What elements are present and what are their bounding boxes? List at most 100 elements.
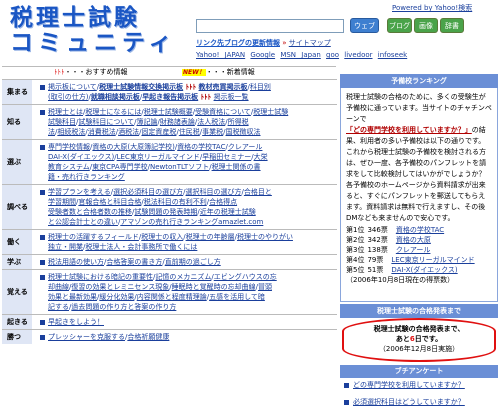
category-link[interactable]: 合格祈願健康: [127, 333, 169, 341]
category-link[interactable]: 近年の税理士試験: [200, 208, 256, 216]
portal-link-goo[interactable]: goo: [326, 51, 339, 59]
school-link[interactable]: LEC東京リーガルマインド: [391, 256, 474, 264]
portal-link-livedoor[interactable]: livedoor: [344, 51, 372, 59]
blog-updates-link[interactable]: リンク先ブログの更新情報: [196, 39, 280, 47]
category-link[interactable]: 直前期の過ごし方: [165, 258, 221, 266]
category-link[interactable]: 教育システム: [48, 163, 90, 171]
category-link[interactable]: 税理士関係の書: [212, 163, 261, 171]
category-link[interactable]: 受験資格について: [195, 108, 251, 116]
dictionary-search-button[interactable]: 辞書: [440, 18, 464, 33]
category-link[interactable]: 学習期間: [48, 198, 76, 206]
category-link[interactable]: 内容関係と程度精理論: [137, 293, 207, 301]
category-link[interactable]: 税理士試験: [253, 108, 288, 116]
category-link[interactable]: 消費税法: [88, 128, 116, 136]
category-link[interactable]: 記憶のメカニズム: [155, 273, 211, 281]
category-link[interactable]: 睡眠時と覚醒時の忘却曲線: [172, 283, 256, 291]
sitemap-link[interactable]: サイトマップ: [289, 39, 331, 47]
search-input[interactable]: [196, 19, 344, 33]
category-link[interactable]: 税理士法人・会計事務所で働くには: [85, 243, 197, 251]
category-link[interactable]: 早起きをしよう！: [48, 318, 104, 326]
portal-link-infoseek[interactable]: infoseek: [378, 51, 407, 59]
category-link[interactable]: 復習の効果とレミニセンス現象: [71, 283, 169, 291]
category-link[interactable]: 合格得点: [209, 198, 237, 206]
category-link[interactable]: 冒頭: [258, 283, 272, 291]
category-link[interactable]: 専門学校情報: [48, 143, 90, 151]
category-link[interactable]: 簿記論: [137, 118, 158, 126]
powered-by-yahoo-link[interactable]: Powered by Yahoo!検索: [392, 4, 472, 13]
category-link[interactable]: 法: [48, 128, 55, 136]
category-link[interactable]: 税理士とは: [48, 108, 83, 116]
category-link[interactable]: 税理士の収入: [141, 233, 183, 241]
category-link[interactable]: 資格の学校TAC: [177, 143, 225, 151]
category-link[interactable]: 相続税法: [57, 128, 85, 136]
category-link[interactable]: 学習プランを考える: [48, 188, 111, 196]
category-link[interactable]: 税理士の活躍するフィールド: [48, 233, 139, 241]
category-link[interactable]: 合格目と: [244, 188, 272, 196]
category-link[interactable]: 早起き報告掲示板: [142, 93, 198, 101]
category-link[interactable]: 過去問題の作り方と答案の作り方: [71, 303, 176, 311]
category-link[interactable]: 税理士のやりがい: [237, 233, 293, 241]
category-link[interactable]: クレアール: [228, 143, 263, 151]
category-link[interactable]: 記する: [48, 303, 69, 311]
site-logo[interactable]: 税理士試験 コミュニティ: [10, 6, 190, 58]
category-link[interactable]: 税理士の年齢層: [186, 233, 235, 241]
category-link[interactable]: 酒税法: [118, 128, 139, 136]
category-link[interactable]: 科目別: [250, 83, 271, 91]
category-link[interactable]: 税理士試験概要: [144, 108, 193, 116]
category-link[interactable]: 税理士になるには: [85, 108, 141, 116]
category-link[interactable]: 早稲田セミナー: [202, 153, 251, 161]
image-search-button[interactable]: 画像: [414, 18, 438, 33]
category-link[interactable]: 掲示板について: [48, 83, 97, 91]
school-link[interactable]: 資格の学校TAC: [396, 226, 444, 234]
category-link[interactable]: 試験科目について: [78, 118, 134, 126]
category-link[interactable]: 五感を活用して暗: [209, 293, 265, 301]
category-link[interactable]: 税法科目の有利不利: [144, 198, 207, 206]
category-link[interactable]: 選択科目の選び方: [186, 188, 242, 196]
category-link[interactable]: 就職相談掲示板: [91, 93, 140, 101]
category-link[interactable]: 住民税: [179, 128, 200, 136]
category-link[interactable]: 緩分化効果: [99, 293, 134, 301]
portal-link-msn[interactable]: MSN Japan: [280, 51, 320, 59]
category-link[interactable]: 試験科目: [48, 118, 76, 126]
category-link[interactable]: プレッシャーを克服する: [48, 333, 125, 341]
category-link[interactable]: 選択必須科目の選び方: [113, 188, 183, 196]
category-link[interactable]: 財務諸表論: [160, 118, 195, 126]
web-search-button[interactable]: ウェブ: [350, 18, 379, 33]
category-link[interactable]: 固定資産税: [141, 128, 176, 136]
school-link[interactable]: クレアール: [396, 246, 431, 254]
category-link[interactable]: 所得税: [228, 118, 249, 126]
category-link[interactable]: 受験者数と合格者数の推移: [48, 208, 132, 216]
category-link[interactable]: 大栄: [254, 153, 268, 161]
category-link[interactable]: 東京CPA専門学校: [92, 163, 147, 171]
portal-link-google[interactable]: Google: [250, 51, 275, 59]
category-link[interactable]: LEC東京リーガルマインド: [117, 153, 200, 161]
survey-item[interactable]: どの専門学校を利用していますか？: [344, 381, 465, 390]
school-link[interactable]: DAI-X(ダイエックス): [391, 266, 457, 274]
category-link[interactable]: 事業税: [202, 128, 223, 136]
category-link[interactable]: 掲示板一覧: [214, 93, 249, 101]
category-link[interactable]: 効果と最新効果: [48, 293, 97, 301]
category-link[interactable]: 法人税法: [197, 118, 225, 126]
category-link[interactable]: 却曲線: [48, 283, 69, 291]
survey-item[interactable]: 必須選択科目はどうしていますか？: [344, 398, 465, 407]
category-link[interactable]: (取引の仕方): [48, 93, 88, 101]
category-link[interactable]: エビングハウスの忘: [214, 273, 277, 281]
category-link[interactable]: 独立・開業: [48, 243, 83, 251]
school-link[interactable]: 資格の大原: [396, 236, 431, 244]
category-link[interactable]: 税理士試験における暗記の重要性: [48, 273, 153, 281]
category-link[interactable]: 税理士試験情報交換掲示板: [99, 83, 183, 91]
category-link[interactable]: 合格答案の書き方: [106, 258, 162, 266]
category-link[interactable]: DAI-X(ダイエックス): [48, 153, 114, 161]
category-link[interactable]: 官報合格と科目合格: [78, 198, 141, 206]
school-survey-link[interactable]: 「どの専門学校を利用していますか？」: [346, 126, 472, 134]
portal-link-yahoo[interactable]: Yahoo! JAPAN: [196, 51, 245, 59]
category-link[interactable]: 教材売買掲示板: [199, 83, 248, 91]
category-link[interactable]: 税法用語の使い方: [48, 258, 104, 266]
category-link[interactable]: と公認会計士との違い: [48, 218, 118, 226]
blog-search-button[interactable]: ブログ: [387, 18, 412, 33]
category-link[interactable]: 国税徴収法: [226, 128, 261, 136]
category-link[interactable]: アマゾンの売れ行きランキングamazlet.com: [120, 218, 263, 226]
category-link[interactable]: 資格の大原(大原簿記学校): [92, 143, 174, 151]
category-link[interactable]: 試験問題の発表時期: [134, 208, 197, 216]
category-link[interactable]: 籍・売れ行きランキング: [48, 173, 125, 181]
